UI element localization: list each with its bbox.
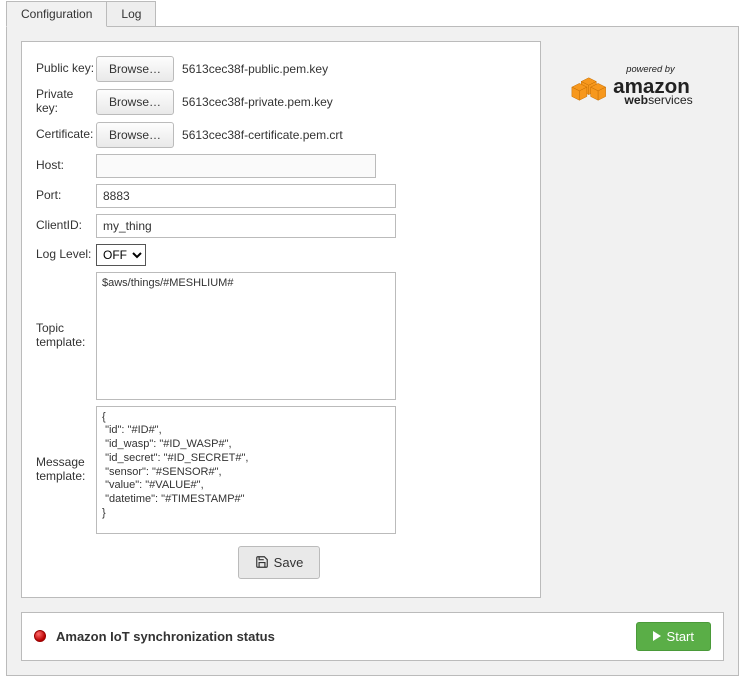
- label-message-template: Message template:: [36, 456, 96, 484]
- browse-certificate-button[interactable]: Browse…: [96, 122, 174, 148]
- start-button[interactable]: Start: [636, 622, 711, 651]
- label-private-key: Private key:: [36, 88, 96, 116]
- private-key-filename: 5613cec38f-private.pem.key: [182, 95, 333, 109]
- label-port: Port:: [36, 189, 96, 203]
- client-id-input[interactable]: [96, 214, 396, 238]
- label-topic-template: Topic template:: [36, 322, 96, 350]
- tab-configuration[interactable]: Configuration: [6, 1, 107, 27]
- browse-private-key-button[interactable]: Browse…: [96, 89, 174, 115]
- config-form: Public key: Browse… 5613cec38f-public.pe…: [21, 41, 541, 598]
- save-icon: [255, 555, 269, 569]
- sync-status-bar: Amazon IoT synchronization status Start: [21, 612, 724, 661]
- label-certificate: Certificate:: [36, 128, 96, 142]
- log-level-select[interactable]: OFF: [96, 244, 146, 266]
- browse-public-key-button[interactable]: Browse…: [96, 56, 174, 82]
- message-template-textarea[interactable]: { "id": "#ID#", "id_wasp": "#ID_WASP#", …: [96, 406, 396, 534]
- label-log-level: Log Level:: [36, 248, 96, 262]
- config-panel: Public key: Browse… 5613cec38f-public.pe…: [6, 26, 739, 676]
- label-client-id: ClientID:: [36, 219, 96, 233]
- topic-template-textarea[interactable]: $aws/things/#MESHLIUM#: [96, 272, 396, 400]
- certificate-filename: 5613cec38f-certificate.pem.crt: [182, 128, 343, 142]
- tab-log[interactable]: Log: [106, 1, 156, 27]
- status-text: Amazon IoT synchronization status: [56, 629, 636, 644]
- start-button-label: Start: [667, 629, 694, 644]
- save-button[interactable]: Save: [238, 546, 321, 579]
- aws-logo-area: powered by amazon webservices: [541, 41, 724, 112]
- port-input[interactable]: [96, 184, 396, 208]
- tab-strip: Configuration Log: [0, 0, 745, 26]
- public-key-filename: 5613cec38f-public.pem.key: [182, 62, 328, 76]
- save-button-label: Save: [274, 555, 304, 570]
- aws-logo: powered by amazon webservices: [570, 59, 720, 112]
- play-icon: [653, 631, 661, 641]
- logo-sub: webservices: [623, 93, 692, 107]
- status-indicator-icon: [34, 630, 46, 642]
- logo-powered-by: powered by: [625, 64, 676, 74]
- label-public-key: Public key:: [36, 62, 96, 76]
- host-input[interactable]: [96, 154, 376, 178]
- label-host: Host:: [36, 159, 96, 173]
